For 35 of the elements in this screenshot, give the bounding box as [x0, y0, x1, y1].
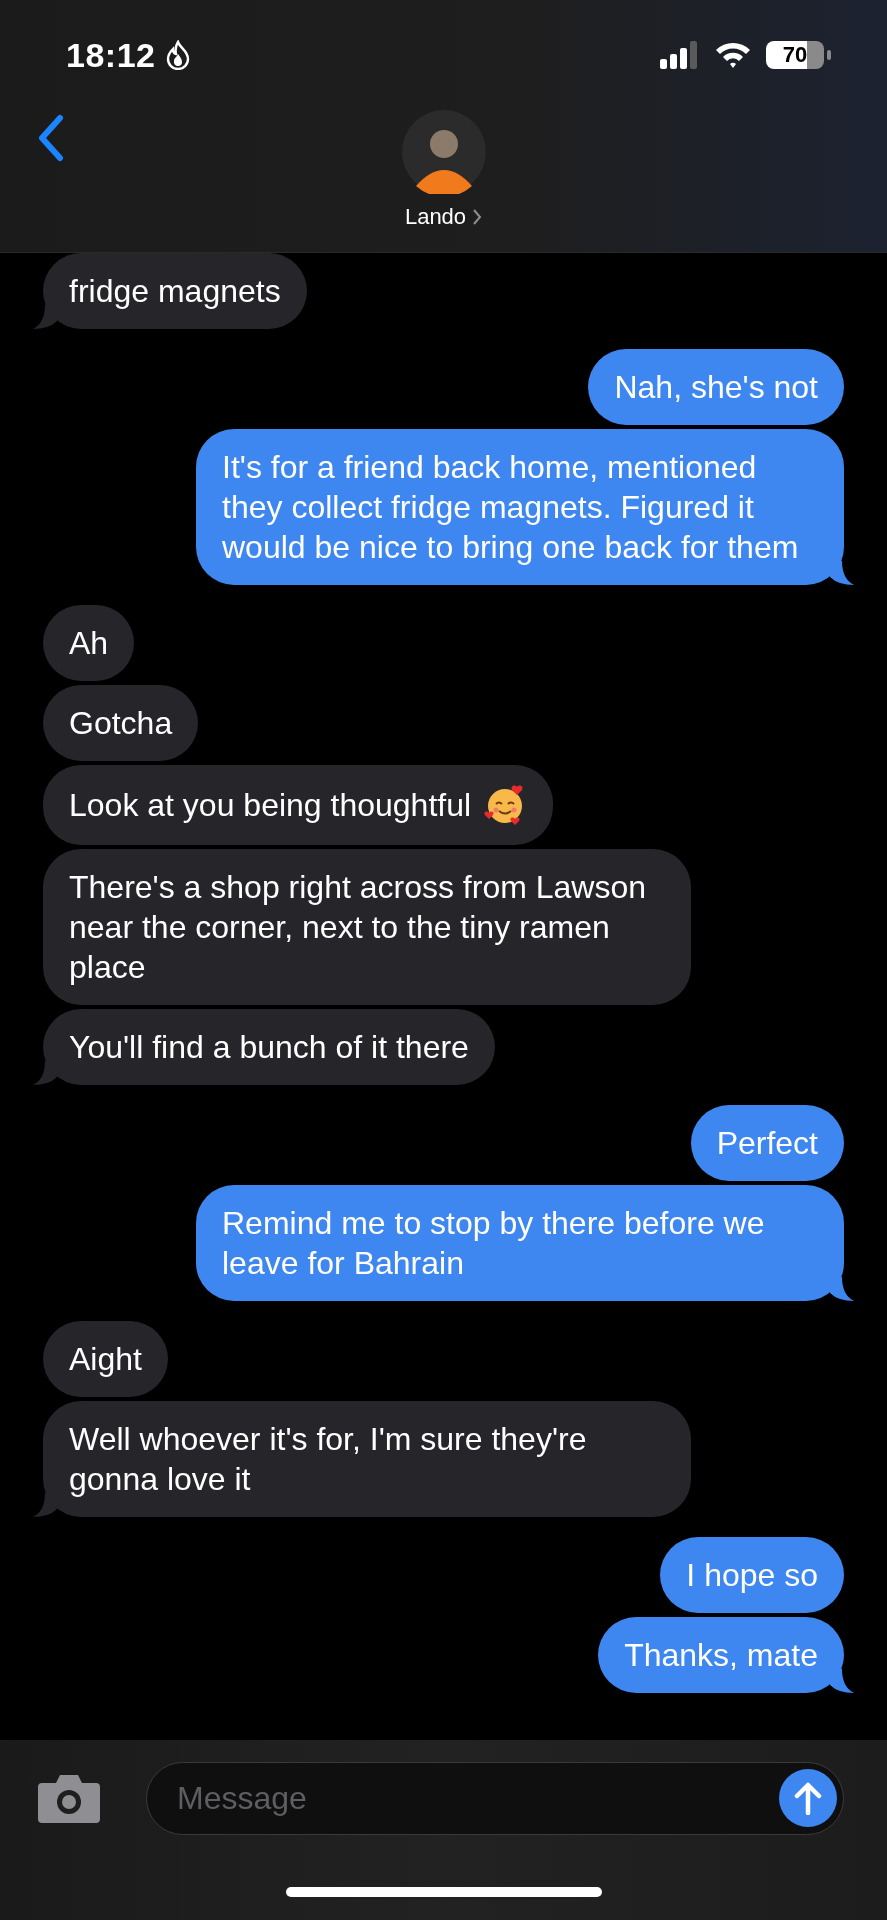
battery-cap-icon: [827, 50, 831, 60]
sent-message-bubble: It's for a friend back home, mentioned they collect fridge magnets. Figured it would be nice to bring one back for them: [196, 429, 844, 585]
sent-message-bubble: Remind me to stop by there before we leave for Bahrain: [196, 1185, 844, 1301]
back-button[interactable]: [36, 114, 64, 162]
bubble-tail: [830, 1277, 854, 1301]
received-message-bubble: There's a shop right across from Lawson near the corner, next to the tiny ramen place: [43, 849, 691, 1005]
received-message-bubble: Gotcha: [43, 685, 199, 761]
flame-icon: [165, 40, 192, 70]
bubble-tail: [33, 1061, 57, 1085]
contact-name[interactable]: Lando: [404, 204, 483, 230]
sent-message-bubble: I hope so: [660, 1537, 844, 1613]
received-message-bubble: Well whoever it's for, I'm sure they're gonna love it: [43, 1401, 691, 1517]
camera-icon: [36, 1772, 102, 1825]
bubble-tail: [830, 561, 854, 585]
arrow-up-icon: [793, 1781, 823, 1815]
contact-avatar[interactable]: [401, 110, 486, 194]
battery-indicator: 70: [766, 41, 824, 69]
message-field[interactable]: Message: [146, 1762, 844, 1835]
signal-icon: [660, 41, 700, 69]
bubble-tail: [33, 1493, 57, 1517]
camera-button[interactable]: [36, 1772, 102, 1825]
back-chevron-icon: [36, 114, 64, 162]
received-message-bubble: Look at you being thoughtful: [43, 765, 554, 845]
chevron-right-icon: [472, 208, 483, 226]
status-time: 18:12: [66, 35, 156, 75]
sent-message-bubble: Nah, she's not: [588, 349, 844, 425]
bubble-tail: [33, 305, 57, 329]
sent-message-bubble: Thanks, mate: [598, 1617, 844, 1693]
received-message-bubble: Aight: [43, 1321, 168, 1397]
received-message-bubble: Ah: [43, 605, 135, 681]
received-message-bubble: fridge magnets: [43, 253, 307, 329]
bubble-tail: [830, 1669, 854, 1693]
received-message-bubble: You'll find a bunch of it there: [43, 1009, 495, 1085]
wifi-icon: [714, 41, 752, 69]
sent-message-bubble: Perfect: [690, 1105, 844, 1181]
